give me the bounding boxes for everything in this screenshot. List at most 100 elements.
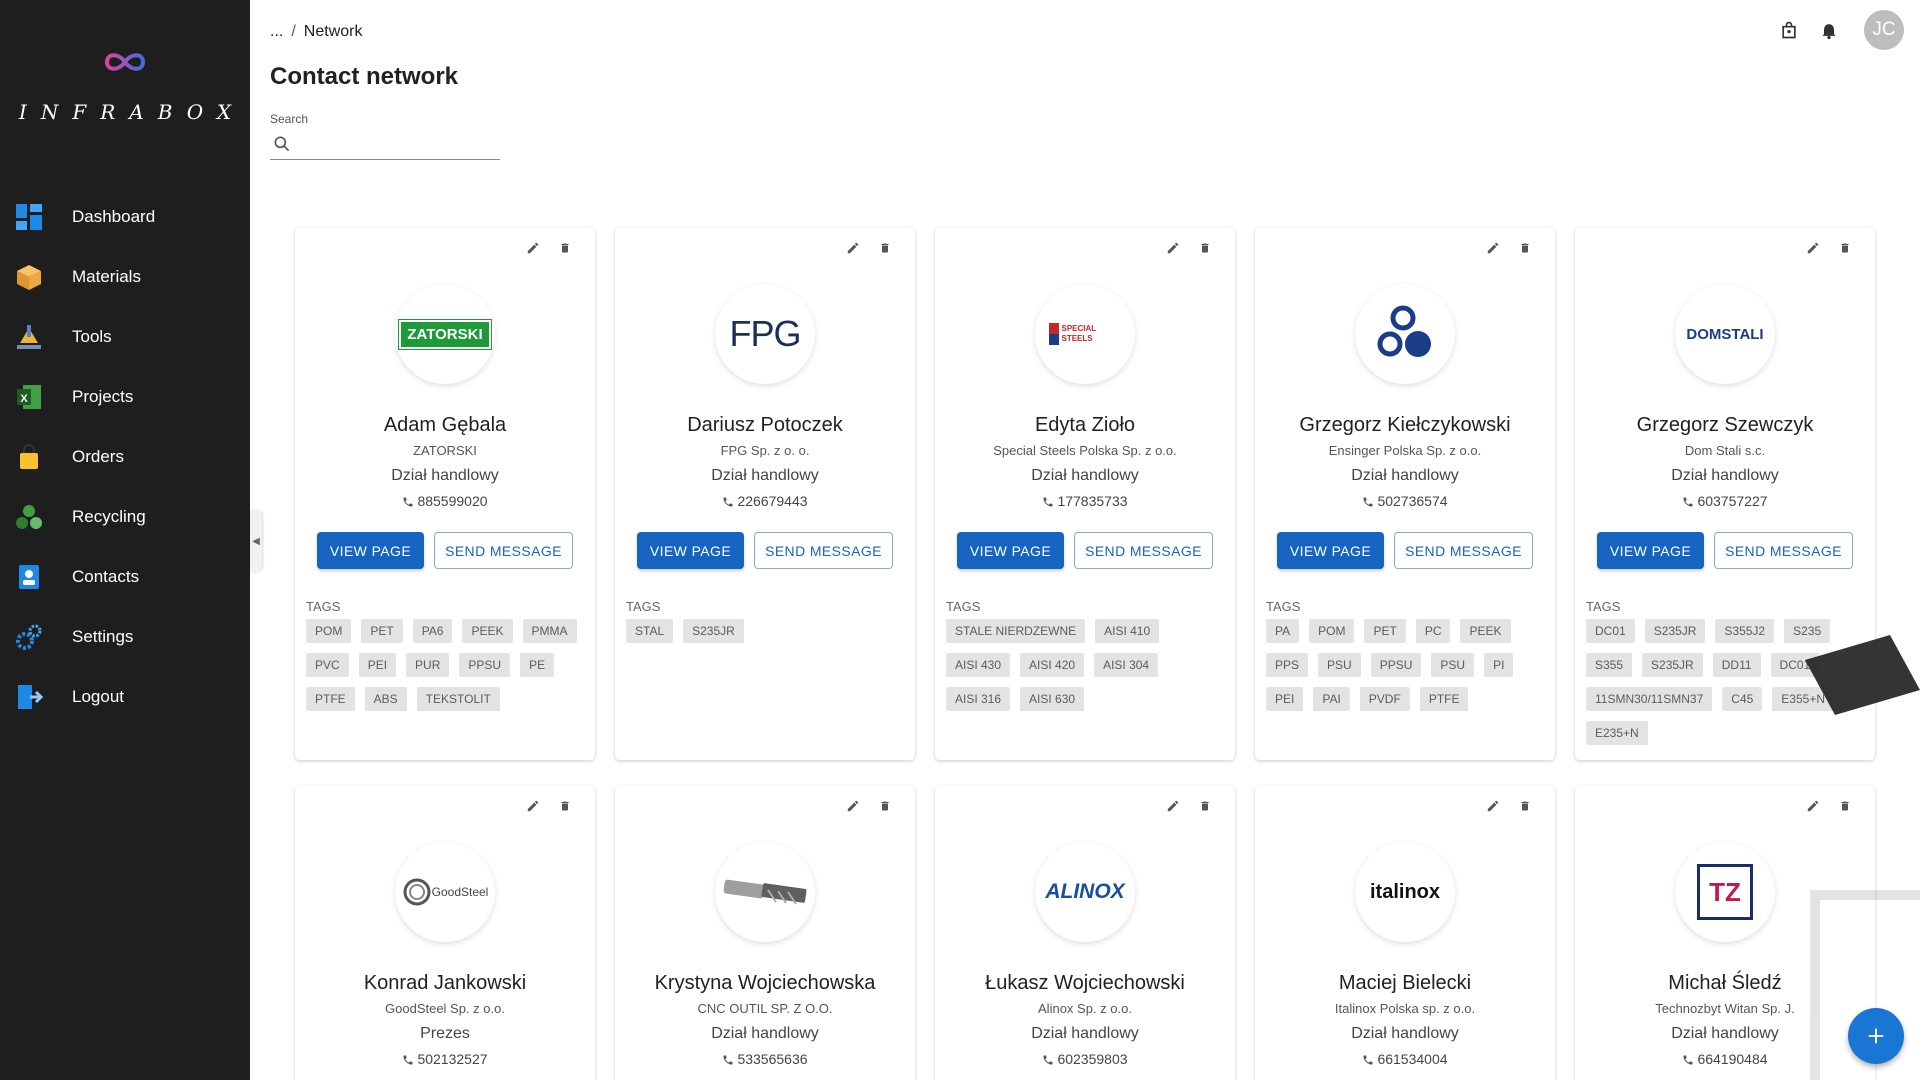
contact-department: Dział handlowy xyxy=(391,467,499,484)
contact-company: Ensinger Polska Sp. z o.o. xyxy=(1328,443,1482,458)
nav-label: Recycling xyxy=(72,507,146,526)
nav-item-dashboard[interactable]: Dashboard xyxy=(0,187,250,247)
delete-icon[interactable] xyxy=(557,240,573,256)
delete-icon[interactable] xyxy=(1197,240,1213,256)
breadcrumb-current: Network xyxy=(303,23,363,40)
contact-card: Grzegorz Kiełczykowski Ensinger Polska S… xyxy=(1255,228,1555,760)
tags-label: TAGS xyxy=(946,599,981,614)
tag: TEKSTOLIT xyxy=(416,687,500,711)
nav-item-recycling[interactable]: Recycling xyxy=(0,487,250,547)
send-message-button[interactable]: SEND MESSAGE xyxy=(1074,532,1213,569)
add-contact-button[interactable] xyxy=(1848,1008,1904,1064)
tag: PAI xyxy=(1313,687,1350,711)
nav-label: Contacts xyxy=(72,567,140,586)
delete-icon[interactable] xyxy=(1517,798,1533,814)
nav-item-orders[interactable]: Orders xyxy=(0,427,250,487)
breadcrumb-separator: / xyxy=(291,23,296,40)
contact-company: Special Steels Polska Sp. z o.o. xyxy=(993,443,1177,458)
tag: PPSU xyxy=(1370,653,1422,677)
tag: PET xyxy=(1364,619,1406,643)
send-message-button[interactable]: SEND MESSAGE xyxy=(434,532,573,569)
tag: PEI xyxy=(358,653,397,677)
edit-icon[interactable] xyxy=(1805,240,1821,256)
breadcrumb-ellipsis[interactable]: ... xyxy=(270,23,283,40)
edit-icon[interactable] xyxy=(845,240,861,256)
delete-icon[interactable] xyxy=(557,798,573,814)
contact-company: Dom Stali s.c. xyxy=(1684,443,1766,458)
send-message-button[interactable]: SEND MESSAGE xyxy=(1394,532,1533,569)
search-field: Search xyxy=(270,112,500,160)
edit-icon[interactable] xyxy=(525,798,541,814)
tag: PUR xyxy=(406,653,450,677)
view-page-button[interactable]: VIEW PAGE xyxy=(1277,532,1384,569)
tag-list: DC01 S235JR S355J2 S235 S355 S235JR DD11… xyxy=(1586,619,1871,745)
card-actions xyxy=(1805,798,1853,814)
edit-icon[interactable] xyxy=(1485,240,1501,256)
contact-company: CNC OUTIL SP. Z O.O. xyxy=(697,1001,833,1016)
view-page-button[interactable]: VIEW PAGE xyxy=(637,532,744,569)
view-page-button[interactable]: VIEW PAGE xyxy=(957,532,1064,569)
view-page-button[interactable]: VIEW PAGE xyxy=(317,532,424,569)
send-message-button[interactable]: SEND MESSAGE xyxy=(1714,532,1853,569)
contact-name: Grzegorz Szewczyk xyxy=(1636,414,1814,436)
company-logo: FPG xyxy=(715,284,815,384)
contact-card: ZATORSKI Adam Gębala ZATORSKI Dział hand… xyxy=(295,228,595,760)
tag: AISI 630 xyxy=(1020,687,1085,711)
delete-icon[interactable] xyxy=(1837,798,1853,814)
contact-phone: 661534004 xyxy=(1255,1051,1555,1067)
tag-list: POM PET PA6 PEEK PMMA PVC PEI PUR PPSU P… xyxy=(306,619,591,711)
card-buttons: VIEW PAGE SEND MESSAGE xyxy=(1575,532,1875,569)
edit-icon[interactable] xyxy=(525,240,541,256)
delete-icon[interactable] xyxy=(877,798,893,814)
tag: DC01 xyxy=(1770,653,1820,677)
tag: PE xyxy=(520,653,555,677)
tag: C45 xyxy=(1722,687,1763,711)
edit-icon[interactable] xyxy=(1165,240,1181,256)
company-logo-text: TZ xyxy=(1697,864,1753,920)
contact-name: Adam Gębala xyxy=(383,414,507,436)
contact-phone-number: 885599020 xyxy=(417,493,488,509)
search-icon xyxy=(274,136,290,152)
breadcrumb: ... / Network xyxy=(270,23,362,41)
shopping-bag-icon[interactable] xyxy=(1778,19,1800,41)
card-actions xyxy=(1485,798,1533,814)
tag: PTFE xyxy=(306,687,355,711)
phone-icon xyxy=(1683,1055,1693,1065)
edit-icon[interactable] xyxy=(1805,798,1821,814)
company-logo-text: SPECIAL STEELS xyxy=(1061,324,1097,343)
tag: POM xyxy=(1309,619,1355,643)
search-input[interactable] xyxy=(300,132,495,156)
tag: PVDF xyxy=(1359,687,1410,711)
tags-label: TAGS xyxy=(626,599,661,614)
spreadsheet-icon: X xyxy=(14,382,44,412)
tag: PSU xyxy=(1431,653,1475,677)
notifications-bell-icon[interactable] xyxy=(1818,19,1840,41)
nav-item-logout[interactable]: Logout xyxy=(0,667,250,727)
user-avatar[interactable]: JC xyxy=(1864,10,1904,50)
nav-item-projects[interactable]: X Projects xyxy=(0,367,250,427)
contact-card: GoodSteel Konrad Jankowski GoodSteel Sp.… xyxy=(295,786,595,1080)
contact-department: Prezes xyxy=(420,1025,470,1042)
edit-icon[interactable] xyxy=(1165,798,1181,814)
contact-department: Dział handlowy xyxy=(1671,1025,1779,1042)
delete-icon[interactable] xyxy=(1837,240,1853,256)
delete-icon[interactable] xyxy=(1517,240,1533,256)
nav-item-materials[interactable]: Materials xyxy=(0,247,250,307)
delete-icon[interactable] xyxy=(877,240,893,256)
nav-label: Settings xyxy=(72,627,134,646)
nav-item-settings[interactable]: Settings xyxy=(0,607,250,667)
contact-department: Dział handlowy xyxy=(1031,467,1139,484)
view-page-button[interactable]: VIEW PAGE xyxy=(1597,532,1704,569)
contact-name: Grzegorz Kiełczykowski xyxy=(1299,414,1511,436)
edit-icon[interactable] xyxy=(1485,798,1501,814)
card-actions xyxy=(525,240,573,256)
tag: STALE NIERDZEWNE xyxy=(946,619,1086,643)
company-logo: ALINOX xyxy=(1035,842,1135,942)
nav-item-contacts[interactable]: Contacts xyxy=(0,547,250,607)
delete-icon[interactable] xyxy=(1197,798,1213,814)
send-message-button[interactable]: SEND MESSAGE xyxy=(754,532,893,569)
nav-item-tools[interactable]: Tools xyxy=(0,307,250,367)
edit-icon[interactable] xyxy=(845,798,861,814)
contact-card: SPECIAL STEELS Edyta Zioło Special Steel… xyxy=(935,228,1235,760)
company-logo-text: FPG xyxy=(729,313,801,354)
